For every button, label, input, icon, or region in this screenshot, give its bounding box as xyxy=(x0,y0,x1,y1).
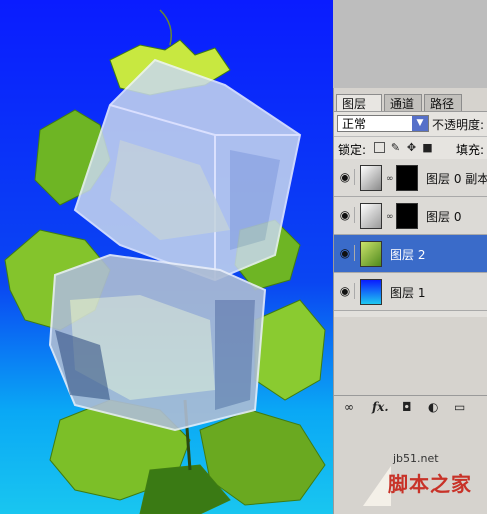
layer-name: 图层 1 xyxy=(390,286,426,300)
eye-icon[interactable]: ◉ xyxy=(336,169,355,185)
lock-icon[interactable]: ■ xyxy=(422,142,433,153)
layer-list: ◉ ∞ 图层 0 副本 ◉ ∞ 图层 0 ◉ 图层 2 ◉ 图层 1 xyxy=(334,159,487,317)
layer-row[interactable]: ◉ 图层 1 xyxy=(334,273,487,311)
layer-name: 图层 2 xyxy=(390,248,426,262)
eye-icon[interactable]: ◉ xyxy=(336,245,355,261)
move-icon[interactable]: ✥ xyxy=(406,142,417,153)
lock-label: 锁定: xyxy=(338,143,367,157)
mask-thumbnail[interactable] xyxy=(396,165,418,191)
layer-row[interactable]: ◉ ∞ 图层 0 副本 xyxy=(334,159,487,197)
lock-transparent-icon[interactable] xyxy=(374,142,385,153)
panel-tabs: 图层× 通道 路径 xyxy=(334,91,487,129)
tab-paths[interactable]: 路径 xyxy=(424,94,462,112)
document-canvas[interactable] xyxy=(0,0,333,514)
layer-thumbnail xyxy=(360,203,382,229)
watermark-site: jb51.net xyxy=(393,452,439,465)
tab-paths-label: 路径 xyxy=(430,97,455,111)
tab-layers-label: 图层 xyxy=(342,97,367,111)
layer-row-selected[interactable]: ◉ 图层 2 xyxy=(334,235,487,273)
fx-icon[interactable]: fx. xyxy=(372,400,389,414)
top-right-gray-area xyxy=(333,0,487,88)
watermark-brand: 脚本之家 xyxy=(388,472,472,496)
layer-thumbnail xyxy=(360,165,382,191)
mask-thumbnail[interactable] xyxy=(396,203,418,229)
lock-fill-row: 锁定: ✎ ✥ ■ 填充: xyxy=(334,136,487,160)
brush-icon[interactable]: ✎ xyxy=(390,142,401,153)
layer-row[interactable]: ◉ ∞ 图层 0 xyxy=(334,197,487,235)
fill-label: 填充: xyxy=(456,143,485,157)
layer-name: 图层 0 副本 xyxy=(426,172,487,186)
opacity-label: 不透明度: xyxy=(432,118,485,132)
tab-channels[interactable]: 通道 xyxy=(384,94,422,112)
blend-opacity-row: 正常 ▼ 不透明度: xyxy=(334,111,487,136)
blend-mode-select[interactable]: 正常 ▼ xyxy=(337,115,429,132)
chain-link-icon[interactable]: ∞ xyxy=(386,212,394,222)
mask-icon[interactable]: ◘ xyxy=(402,400,412,414)
tab-channels-label: 通道 xyxy=(390,97,415,111)
folder-icon[interactable]: ▭ xyxy=(454,400,465,414)
layer-thumbnail xyxy=(360,279,382,305)
layers-panel: 图层× 通道 路径 正常 ▼ 不透明度: 锁定: ✎ ✥ ■ 填充: ◉ ∞ 图… xyxy=(333,88,487,514)
eye-icon[interactable]: ◉ xyxy=(336,283,355,299)
panel-footer: ∞ fx. ◘ ◐ ▭ xyxy=(334,395,487,418)
tab-layers[interactable]: 图层× xyxy=(336,94,382,129)
page-curl-decoration xyxy=(363,466,391,506)
layer-name: 图层 0 xyxy=(426,210,462,224)
link-icon[interactable]: ∞ xyxy=(344,400,354,414)
adjustment-icon[interactable]: ◐ xyxy=(428,400,438,414)
layer-thumbnail xyxy=(360,241,382,267)
eye-icon[interactable]: ◉ xyxy=(336,207,355,223)
blend-mode-value: 正常 xyxy=(342,117,367,131)
chevron-down-icon[interactable]: ▼ xyxy=(412,116,428,131)
ice-cube-artwork xyxy=(4,9,326,514)
chain-link-icon[interactable]: ∞ xyxy=(386,174,394,184)
